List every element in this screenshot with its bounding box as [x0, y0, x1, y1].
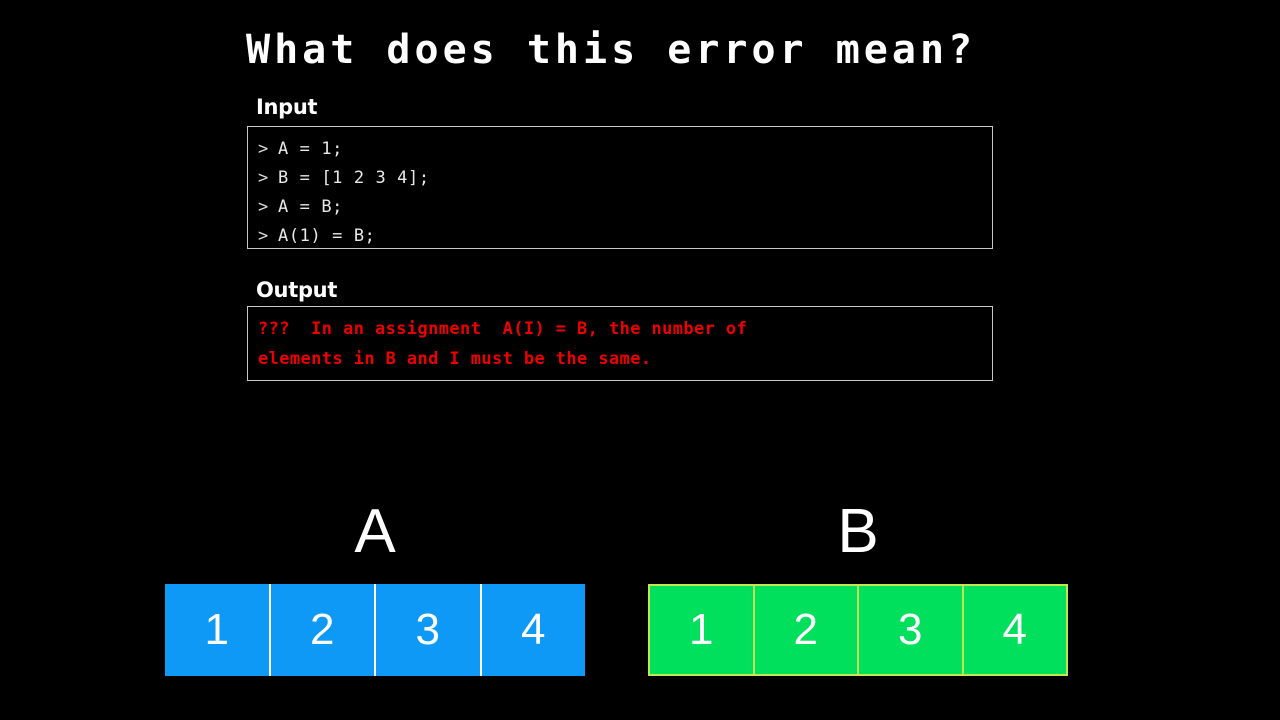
array-diagram-a: A 1 2 3 4 [165, 498, 585, 676]
code-line-text: A = B; [278, 197, 344, 217]
error-message-line: elements in B and I must be the same. [258, 349, 652, 369]
output-console-box: ??? In an assignment A(I) = B, the numbe… [247, 306, 993, 381]
slide-canvas: What does this error mean? Input > A = 1;… [0, 0, 1280, 720]
error-message-line: ??? In an assignment A(I) = B, the numbe… [258, 319, 748, 339]
array-cells-b: 1 2 3 4 [648, 584, 1068, 676]
code-line: > A(1) = B; [258, 222, 992, 251]
code-line-text: B = [1 2 3 4]; [278, 168, 430, 188]
prompt-icon: > [258, 197, 269, 217]
code-line: > B = [1 2 3 4]; [258, 164, 992, 193]
prompt-icon: > [258, 168, 269, 188]
array-cells-a: 1 2 3 4 [165, 584, 585, 676]
array-label-a: A [354, 497, 396, 566]
array-diagram-b: B 1 2 3 4 [648, 498, 1068, 676]
code-line: > A = B; [258, 193, 992, 222]
prompt-icon: > [258, 139, 269, 159]
array-cell: 2 [271, 584, 376, 676]
prompt-icon: > [258, 226, 269, 246]
input-console-box: > A = 1; > B = [1 2 3 4]; > A = B; > A(1) = … [247, 126, 993, 249]
array-cell: 3 [376, 584, 482, 676]
code-line-text: A = 1; [278, 139, 344, 159]
array-cell: 1 [650, 586, 755, 674]
page-title: What does this error mean? [246, 27, 977, 73]
code-line-text: A(1) = B; [278, 226, 376, 246]
input-section-label: Input [256, 95, 318, 119]
array-cell: 4 [521, 605, 546, 654]
array-cell: 3 [859, 586, 964, 674]
array-label-b: B [837, 497, 879, 566]
output-section-label: Output [256, 278, 338, 302]
array-cell: 1 [165, 584, 271, 676]
array-cell: 4 [1002, 605, 1027, 654]
code-line: > A = 1; [258, 135, 992, 164]
array-cell: 2 [755, 586, 859, 674]
